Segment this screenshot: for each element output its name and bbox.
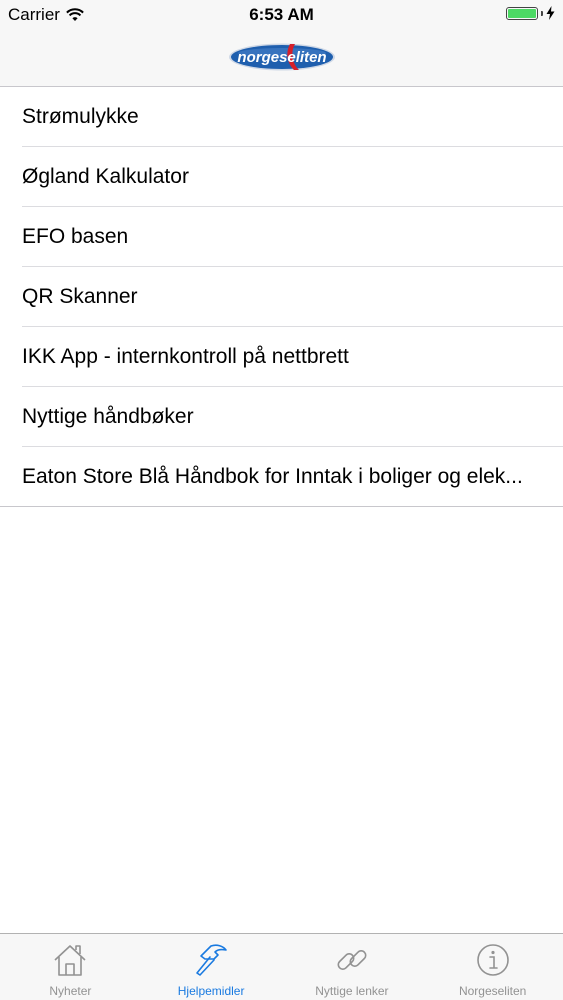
- list-item-label: Eaton Store Blå Håndbok for Inntak i bol…: [22, 465, 523, 488]
- tools-list: Strømulykke Øgland Kalkulator EFO basen …: [0, 87, 563, 507]
- house-icon: [54, 945, 86, 976]
- status-right: [506, 6, 555, 20]
- link-icon: [337, 950, 367, 970]
- list-item-label: QR Skanner: [22, 285, 138, 308]
- list-item-qr-skanner[interactable]: QR Skanner: [0, 267, 563, 327]
- tab-label: Nyheter: [49, 984, 92, 998]
- tab-bar: Nyheter Hjelpemidler Nyttige lenker Norg…: [0, 933, 563, 1000]
- list-item-stromulykke[interactable]: Strømulykke: [0, 87, 563, 147]
- list-item-nyttige-handboker[interactable]: Nyttige håndbøker: [0, 387, 563, 447]
- list-item-label: Strømulykke: [22, 105, 139, 128]
- tab-hjelpemidler[interactable]: Hjelpemidler: [141, 934, 282, 1000]
- list-item-efo-basen[interactable]: EFO basen: [0, 207, 563, 267]
- list-item-label: Nyttige håndbøker: [22, 405, 194, 428]
- tab-label: Nyttige lenker: [315, 984, 389, 998]
- norgeseliten-logo: norgeseliten: [229, 43, 335, 71]
- hammer-icon: [196, 944, 227, 976]
- navigation-bar: norgeseliten: [0, 30, 563, 87]
- status-time: 6:53 AM: [249, 5, 314, 24]
- status-bar: Carrier 6:53 AM: [0, 0, 563, 30]
- list-item-label: Øgland Kalkulator: [22, 165, 189, 188]
- list-item-eaton-handbok[interactable]: Eaton Store Blå Håndbok for Inntak i bol…: [0, 447, 563, 507]
- tab-label: Hjelpemidler: [177, 984, 245, 998]
- battery-cap: [541, 10, 543, 16]
- tab-norgeseliten[interactable]: Norgeseliten: [422, 934, 563, 1000]
- list-item-label: EFO basen: [22, 225, 129, 248]
- tab-label: Norgeseliten: [458, 984, 527, 998]
- tab-nyttige-lenker[interactable]: Nyttige lenker: [282, 934, 423, 1000]
- tab-nyheter[interactable]: Nyheter: [0, 934, 141, 1000]
- list-item-ikk-app[interactable]: IKK App - internkontroll på nettbrett: [0, 327, 563, 387]
- logo-text: norgeseliten: [237, 49, 326, 66]
- battery-fill: [508, 8, 536, 18]
- list-item-ogland-kalkulator[interactable]: Øgland Kalkulator: [0, 147, 563, 207]
- list-item-label: IKK App - internkontroll på nettbrett: [22, 345, 349, 368]
- info-icon: [476, 944, 509, 976]
- charging-bolt-icon: [546, 6, 555, 20]
- battery-icon: [506, 6, 538, 20]
